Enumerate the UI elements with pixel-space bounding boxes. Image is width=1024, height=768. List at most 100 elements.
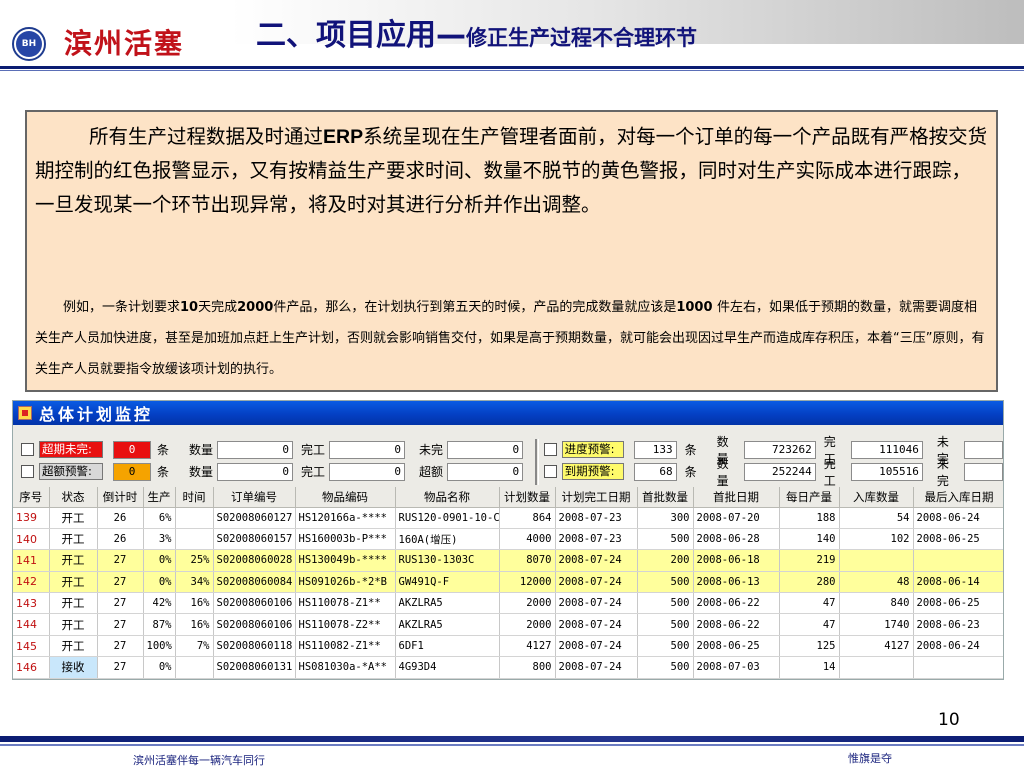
cell-first-date: 2008-07-03	[693, 656, 780, 679]
column-header[interactable]: 首批日期	[693, 487, 780, 508]
cell-daily: 47	[779, 613, 840, 636]
cell-last-date: 2008-06-23	[913, 613, 1003, 636]
cell-name: AKZLRA5	[395, 592, 500, 615]
description-box: 所有生产过程数据及时通过ERP系统呈现在生产管理者面前，对每一个订单的每一个产品…	[25, 110, 998, 392]
cell-time: 25%	[175, 549, 214, 572]
cell-plan-date: 2008-07-24	[555, 592, 638, 615]
cell-code: HS110078-Z2**	[295, 613, 396, 636]
cell-order: S02008060028	[213, 549, 296, 572]
filter-row-overquota: 超额预警: 0 条 数量 0 完工 0 超额 0	[21, 461, 524, 482]
cell-countdown: 26	[97, 507, 144, 529]
column-header[interactable]: 物品编码	[295, 487, 396, 508]
cell-plan-date: 2008-07-24	[555, 571, 638, 594]
cell-seq: 139	[13, 507, 50, 529]
cell-first-qty: 500	[637, 656, 694, 679]
overquota-qty-field[interactable]: 0	[217, 462, 294, 481]
cell-first-qty: 500	[637, 635, 694, 658]
column-header[interactable]: 倒计时	[97, 487, 144, 508]
due-qty-field[interactable]: 252244	[743, 462, 816, 481]
column-header[interactable]: 序号	[13, 487, 50, 508]
plan-monitor-window: 总体计划监控 超期未完: 0 条 数量 0 完工 0 未完 0 超额预警: 0 …	[12, 400, 1004, 680]
cell-order: S02008060118	[213, 635, 296, 658]
cell-last-date: 2008-06-25	[913, 592, 1003, 615]
column-header[interactable]: 最后入库日期	[913, 487, 1003, 508]
due-tag: 到期预警:	[561, 463, 624, 480]
table-row[interactable]: 143 开工 27 42% 16% S02008060106 HS110078-Z1** AK…	[13, 592, 1003, 615]
description-paragraph-2: 例如，一条计划要求10天完成2000件产品，那么，在计划执行到第五天的时候，产品…	[35, 292, 990, 385]
table-row[interactable]: 140 开工 26 3% S02008060157 HS160003b-P*** 160A(…	[13, 528, 1003, 551]
table-row[interactable]: 144 开工 27 87% 16% S02008060106 HS110078-Z2** AK…	[13, 613, 1003, 636]
cell-first-qty: 300	[637, 507, 694, 529]
cell-first-qty: 500	[637, 592, 694, 615]
due-done-field[interactable]: 105516	[851, 462, 923, 481]
cell-code: HS110078-Z1**	[295, 592, 396, 615]
cell-order: S02008060106	[213, 592, 296, 615]
progress-qty-field[interactable]: 723262	[743, 440, 816, 459]
cell-first-date: 2008-06-25	[693, 635, 780, 658]
overdue-checkbox[interactable]	[21, 443, 34, 456]
cell-prod: 0%	[143, 571, 176, 594]
column-header[interactable]: 生产	[143, 487, 176, 508]
table-row[interactable]: 146 接收 27 0% S02008060131 HS081030a-*A** 4G93D…	[13, 656, 1003, 679]
overquota-checkbox[interactable]	[21, 465, 34, 478]
cell-status: 开工	[49, 507, 98, 529]
brand-name: 滨州活塞	[64, 27, 185, 60]
table-row[interactable]: 141 开工 27 0% 25% S02008060028 HS130049b-**** RU…	[13, 549, 1003, 572]
column-header[interactable]: 计划完工日期	[555, 487, 638, 508]
cell-countdown: 27	[97, 656, 144, 679]
column-header[interactable]: 入库数量	[839, 487, 914, 508]
header-rule-thin	[0, 70, 1024, 71]
company-logo: BH	[12, 27, 46, 61]
column-header[interactable]: 每日产量	[779, 487, 840, 508]
progress-done-field[interactable]: 111046	[851, 440, 923, 459]
cell-countdown: 26	[97, 528, 144, 551]
cell-daily: 14	[779, 656, 840, 679]
progress-checkbox[interactable]	[544, 443, 557, 456]
cell-first-date: 2008-06-22	[693, 592, 780, 615]
due-undone-field[interactable]	[964, 462, 1003, 481]
cell-status: 开工	[49, 549, 98, 572]
overquota-done-field[interactable]: 0	[329, 462, 406, 481]
overdue-undone-field[interactable]: 0	[447, 440, 524, 459]
progress-undone-field[interactable]	[964, 440, 1003, 459]
cell-last-date: 2008-06-24	[913, 507, 1003, 529]
cell-stock-qty: 102	[839, 528, 914, 551]
filter-row-progress: 进度预警: 133 条 数量 723262 完工 111046 未完	[544, 435, 1003, 466]
cell-code: HS160003b-P***	[295, 528, 396, 551]
cell-time	[175, 656, 214, 679]
cell-first-date: 2008-06-18	[693, 549, 780, 572]
cell-plan-date: 2008-07-24	[555, 613, 638, 636]
cell-first-date: 2008-06-22	[693, 613, 780, 636]
cell-seq: 143	[13, 592, 50, 615]
table-row[interactable]: 145 开工 27 100% 7% S02008060118 HS110082-Z1** 6D…	[13, 635, 1003, 658]
column-header[interactable]: 物品名称	[395, 487, 500, 508]
overdue-done-field[interactable]: 0	[329, 440, 406, 459]
cell-order: S02008060157	[213, 528, 296, 551]
cell-status: 开工	[49, 613, 98, 636]
overdue-qty-field[interactable]: 0	[217, 440, 294, 459]
para2-num-days: 10	[180, 300, 199, 315]
cell-last-date: 2008-06-14	[913, 571, 1003, 594]
due-checkbox[interactable]	[544, 465, 557, 478]
table-row[interactable]: 142 开工 27 0% 34% S02008060084 HS091026b-*2*B GW…	[13, 571, 1003, 594]
column-header[interactable]: 状态	[49, 487, 98, 508]
column-header[interactable]: 首批数量	[637, 487, 694, 508]
table-body: 139 开工 26 6% S02008060127 HS120166a-**** RUS12…	[13, 507, 1003, 679]
column-header[interactable]: 订单编号	[213, 487, 296, 508]
cell-plan-date: 2008-07-23	[555, 528, 638, 551]
cell-first-qty: 200	[637, 549, 694, 572]
window-app-icon	[18, 406, 32, 420]
para1-text-a: 所有生产过程数据及时通过	[89, 125, 324, 148]
cell-name: 160A(增压)	[395, 528, 500, 551]
cell-time: 16%	[175, 613, 214, 636]
window-title: 总体计划监控	[39, 405, 154, 424]
column-header[interactable]: 时间	[175, 487, 214, 508]
cell-plan-date: 2008-07-24	[555, 656, 638, 679]
cell-plan-date: 2008-07-24	[555, 635, 638, 658]
cell-countdown: 27	[97, 635, 144, 658]
cell-stock-qty: 4127	[839, 635, 914, 658]
table-row[interactable]: 139 开工 26 6% S02008060127 HS120166a-**** RUS12…	[13, 507, 1003, 529]
cell-time: 16%	[175, 592, 214, 615]
column-header[interactable]: 计划数量	[499, 487, 556, 508]
overquota-excess-field[interactable]: 0	[447, 462, 524, 481]
